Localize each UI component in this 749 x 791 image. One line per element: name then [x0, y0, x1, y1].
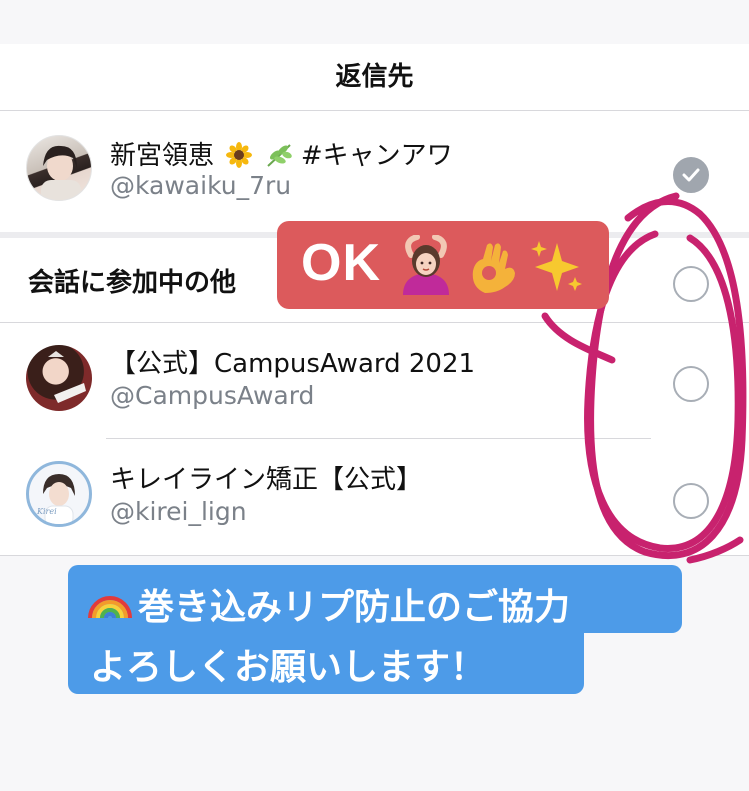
sheet-bottom-divider [0, 555, 749, 556]
selected-checkmark[interactable] [673, 157, 709, 193]
select-all-radio[interactable] [673, 266, 709, 302]
ok-sticker: OK [277, 221, 609, 309]
avatar: Kirei [26, 461, 92, 527]
display-name: 新宮領恵 [110, 141, 215, 171]
woman-gesturing-ok-icon [403, 235, 449, 295]
avatar [26, 135, 92, 201]
note-line-1: 巻き込みリプ防止のご協力 [138, 587, 571, 628]
avatar [26, 345, 92, 411]
user-name: 【公式】CampusAward 2021 [110, 349, 476, 379]
sparkles-icon [531, 241, 582, 291]
ok-hand-icon [472, 243, 515, 293]
rainbow-icon [88, 596, 132, 619]
user-name: キレイライン矯正【公式】 [110, 465, 423, 495]
ok-text: OK [301, 234, 381, 292]
user-handle: @CampusAward [110, 381, 315, 410]
svg-text:Kirei: Kirei [36, 507, 57, 516]
checkmark-icon [682, 168, 700, 182]
user-radio[interactable] [673, 483, 709, 519]
display-name-hashtag: #キャンアワ [300, 141, 453, 171]
list-item[interactable]: 【公式】CampusAward 2021 @CampusAward [0, 323, 749, 438]
herb-icon [265, 142, 293, 168]
primary-user-name: 新宮領恵 #キャンアワ [110, 135, 453, 172]
primary-user-handle: @kawaiku_7ru [110, 171, 292, 200]
sunflower-icon [226, 142, 253, 168]
user-radio[interactable] [673, 366, 709, 402]
page-title: 返信先 [335, 62, 414, 92]
section-label: 会話に参加中の他 [28, 268, 237, 298]
list-item[interactable]: Kirei キレイライン矯正【公式】 @kirei_lign [0, 439, 749, 555]
note-line-2: よろしくお願いします！ [90, 647, 487, 688]
top-strip [0, 0, 749, 44]
primary-user-row[interactable]: 新宮領恵 #キャンアワ @kawaiku_7ru [0, 111, 749, 229]
user-handle: @kirei_lign [110, 497, 247, 526]
